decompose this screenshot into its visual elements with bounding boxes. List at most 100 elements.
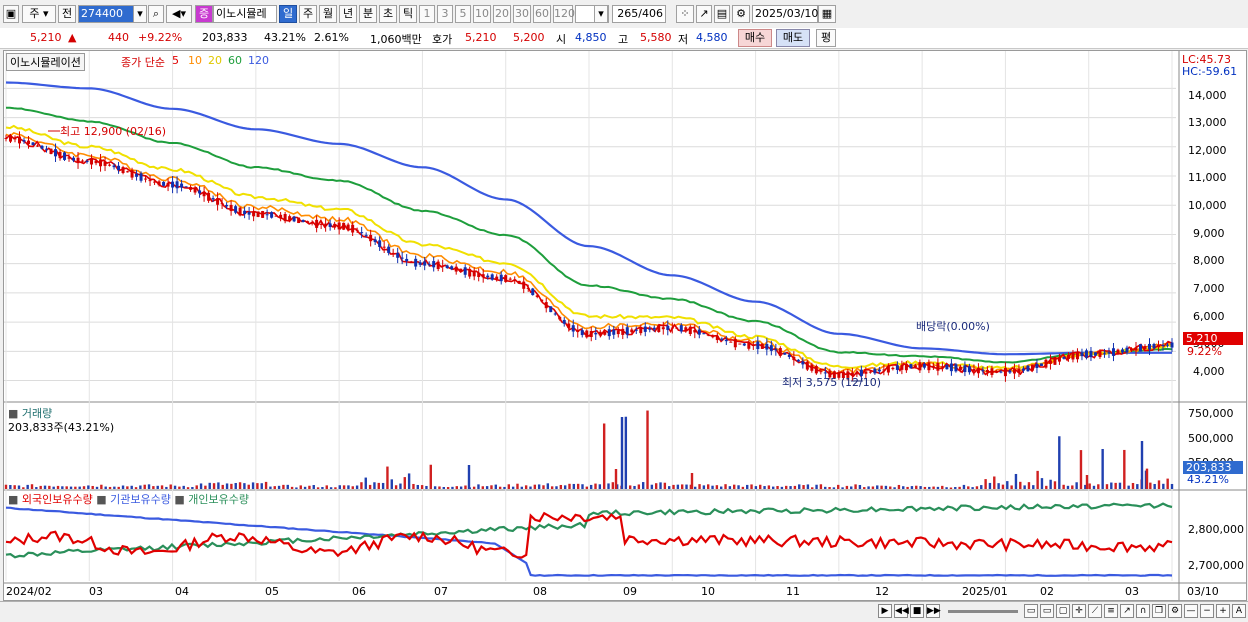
tab-year[interactable]: 년 bbox=[339, 5, 357, 23]
prev-button[interactable]: 전 bbox=[58, 5, 76, 23]
volume-bar bbox=[1127, 485, 1130, 489]
volume-bar bbox=[897, 484, 901, 489]
copy-icon[interactable]: ❐ bbox=[1152, 604, 1166, 618]
num-button-20[interactable]: 20 bbox=[493, 5, 511, 23]
plus-icon[interactable]: + bbox=[1216, 604, 1230, 618]
crosshair-icon[interactable]: ✛ bbox=[1072, 604, 1086, 618]
forward-icon[interactable]: ▶▶ bbox=[926, 604, 941, 618]
y-tick-4000: 4,000 bbox=[1193, 365, 1225, 378]
magnet-icon[interactable]: ∩ bbox=[1136, 604, 1150, 618]
volume-bar bbox=[295, 487, 298, 489]
zoom-fit-icon[interactable]: ▭ bbox=[1024, 604, 1038, 618]
play-icon[interactable]: ▶ bbox=[878, 604, 892, 618]
trend-icon[interactable]: ↗ bbox=[1120, 604, 1134, 618]
candle-body bbox=[675, 327, 679, 329]
eval-button[interactable]: 평 bbox=[816, 29, 836, 47]
vol-tick-500000: 500,000 bbox=[1188, 432, 1234, 445]
zoom-area-icon[interactable]: ▭ bbox=[1040, 604, 1054, 618]
holding-tick-2800000: 2,800,000 bbox=[1188, 523, 1244, 536]
tab-second[interactable]: 초 bbox=[379, 5, 397, 23]
chevron-down-icon[interactable]: ▾ bbox=[133, 5, 147, 23]
volume-bar bbox=[459, 486, 463, 489]
volume-bar bbox=[256, 483, 259, 489]
rewind-icon[interactable]: ◀◀ bbox=[894, 604, 909, 618]
num-button-30[interactable]: 30 bbox=[513, 5, 531, 23]
volume-bar bbox=[1040, 478, 1044, 489]
window-icon[interactable]: ▣ bbox=[3, 5, 19, 23]
tab-minute[interactable]: 분 bbox=[359, 5, 377, 23]
candle-body bbox=[936, 362, 940, 371]
candle-body bbox=[670, 327, 674, 329]
candle-body bbox=[495, 276, 499, 280]
volume-bar bbox=[325, 485, 328, 489]
num-button-5[interactable]: 5 bbox=[455, 5, 471, 23]
stock-code-input[interactable]: 274400 bbox=[78, 5, 136, 23]
volume-bar bbox=[481, 486, 485, 489]
num-button-3[interactable]: 3 bbox=[437, 5, 453, 23]
stock-name-field[interactable]: 이노시뮬레 bbox=[213, 5, 277, 23]
candle-body bbox=[1008, 370, 1012, 373]
candle-body bbox=[382, 246, 386, 248]
tab-month[interactable]: 월 bbox=[319, 5, 337, 23]
candle-body bbox=[792, 356, 796, 361]
stop-icon[interactable]: ■ bbox=[910, 604, 924, 618]
zoom-out-icon[interactable]: — bbox=[1184, 604, 1198, 618]
volume-bar bbox=[147, 484, 151, 489]
tab-tick[interactable]: 틱 bbox=[399, 5, 417, 23]
dots-icon[interactable]: ⁘ bbox=[676, 5, 694, 23]
tab-week[interactable]: 주 bbox=[299, 5, 317, 23]
candle-body bbox=[954, 364, 958, 372]
volume-bar bbox=[13, 485, 16, 489]
volume-bar bbox=[139, 485, 142, 489]
volume-bar bbox=[572, 483, 576, 489]
sell-button[interactable]: 매도 bbox=[776, 29, 810, 47]
volume-bar bbox=[95, 486, 99, 489]
date-input[interactable]: 2025/03/10 bbox=[752, 5, 818, 23]
candle-body bbox=[207, 192, 211, 201]
num-button-120[interactable]: 120 bbox=[553, 5, 575, 23]
candle-body bbox=[810, 364, 814, 371]
num-button-60[interactable]: 60 bbox=[533, 5, 551, 23]
volume-bar bbox=[165, 486, 168, 489]
num-button-10[interactable]: 10 bbox=[473, 5, 491, 23]
chevron-down-icon[interactable]: ▾ bbox=[594, 5, 608, 23]
candle-body bbox=[922, 363, 926, 368]
volume-bar bbox=[104, 486, 107, 489]
volume-bar bbox=[780, 486, 784, 489]
candle-body bbox=[598, 331, 602, 336]
chart-area[interactable]: 이노시뮬레이션 종가 단순 5 10 20 60 120 LC:45.73 HC… bbox=[3, 50, 1247, 601]
num-button-1[interactable]: 1 bbox=[419, 5, 435, 23]
draw-line-icon[interactable]: ⟋ bbox=[1088, 604, 1102, 618]
volume-bar bbox=[637, 484, 641, 489]
volume-bar bbox=[993, 476, 996, 489]
zoom-box-icon[interactable]: ▢ bbox=[1056, 604, 1070, 618]
volume-bar bbox=[199, 483, 203, 489]
candle-body bbox=[243, 210, 247, 215]
count-field[interactable]: 265/406 bbox=[612, 5, 666, 23]
stock-name-label[interactable]: 이노시뮬레이션 bbox=[6, 53, 85, 71]
buy-button[interactable]: 매수 bbox=[738, 29, 772, 47]
gear-icon[interactable]: ⚙ bbox=[732, 5, 750, 23]
calendar-icon[interactable]: ▦ bbox=[818, 5, 836, 23]
volume-bar bbox=[208, 482, 211, 489]
volume-bar bbox=[225, 483, 229, 489]
chart-tool-icon[interactable]: ↗ bbox=[696, 5, 712, 23]
volume-bar bbox=[373, 482, 376, 489]
fibo-icon[interactable]: ≡ bbox=[1104, 604, 1118, 618]
scroll-slider[interactable] bbox=[948, 610, 1018, 613]
period-kind-select[interactable]: 주 ▾ bbox=[22, 5, 56, 23]
volume-bar bbox=[26, 484, 29, 489]
tab-day[interactable]: 일 bbox=[279, 5, 297, 23]
volume-bar bbox=[720, 486, 723, 489]
candle-body bbox=[139, 173, 143, 181]
save-icon[interactable]: ▤ bbox=[714, 5, 730, 23]
candle-body bbox=[454, 266, 458, 272]
search-icon[interactable]: ⌕ bbox=[148, 5, 164, 23]
minus-icon[interactable]: − bbox=[1200, 604, 1214, 618]
chart-settings-icon[interactable]: ⚙ bbox=[1168, 604, 1182, 618]
y-tick-11000: 11,000 bbox=[1188, 171, 1227, 184]
volume-bar bbox=[308, 485, 311, 489]
speaker-icon[interactable]: ◀▾ bbox=[166, 5, 192, 23]
font-size-icon[interactable]: A bbox=[1232, 604, 1246, 618]
candle-body bbox=[904, 363, 908, 371]
